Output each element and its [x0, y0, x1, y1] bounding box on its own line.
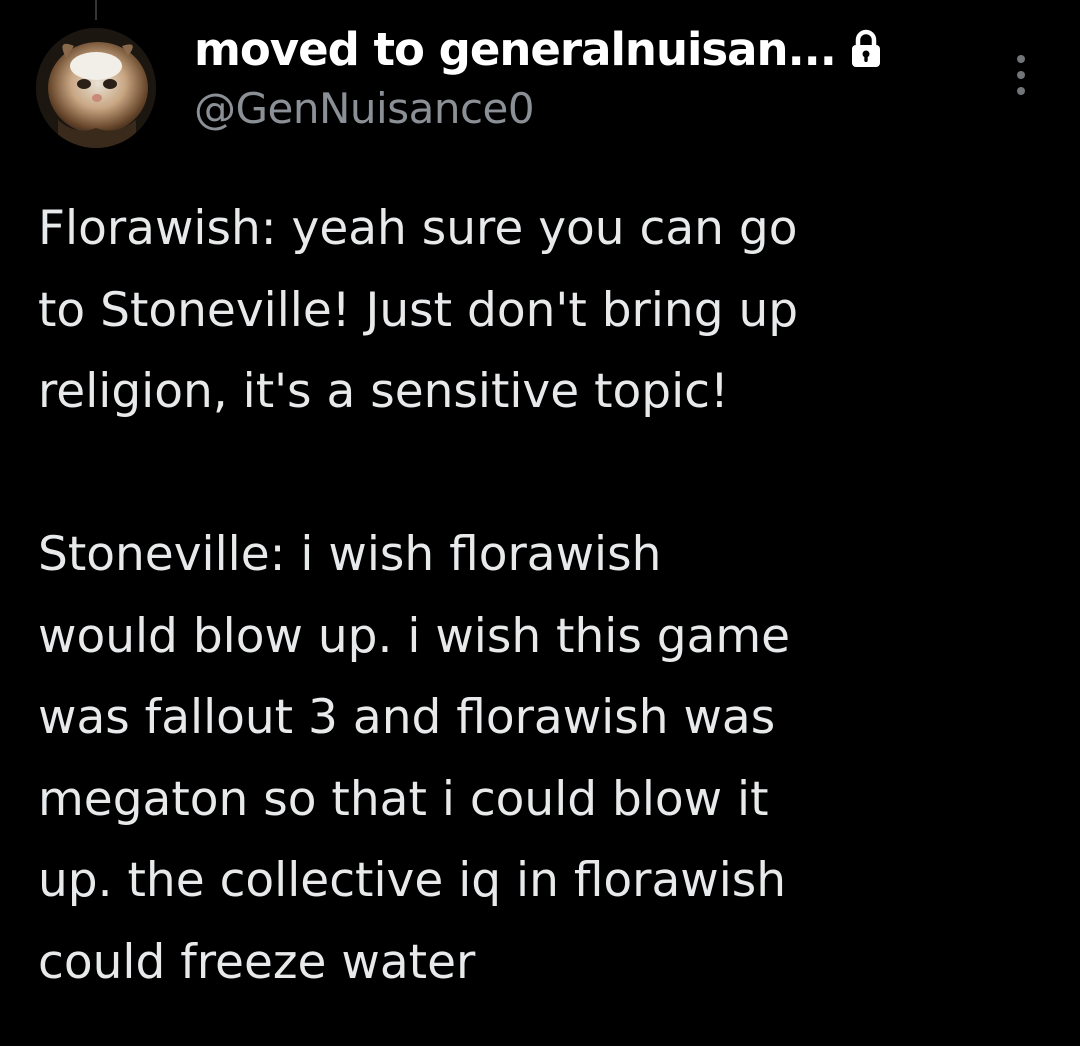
tweet-text: Florawish: yeah sure you can go to Stone…	[38, 188, 1058, 1003]
more-vertical-icon[interactable]	[1008, 52, 1034, 98]
author-display-name[interactable]: moved to generalnuisan...	[194, 23, 837, 76]
author-handle[interactable]: @GenNuisance0	[194, 84, 994, 133]
lock-icon	[851, 29, 880, 67]
cat-avatar-icon	[36, 28, 156, 148]
avatar[interactable]	[36, 28, 156, 148]
tweet-header: moved to generalnuisan... @GenNuisance0	[194, 18, 994, 133]
thread-connector-line	[95, 0, 97, 20]
author-name-row: moved to generalnuisan...	[194, 18, 994, 80]
tweet-paragraph: Florawish: yeah sure you can go to Stone…	[38, 201, 799, 419]
tweet-paragraph: Stoneville: i wish florawish would blow …	[38, 527, 791, 990]
